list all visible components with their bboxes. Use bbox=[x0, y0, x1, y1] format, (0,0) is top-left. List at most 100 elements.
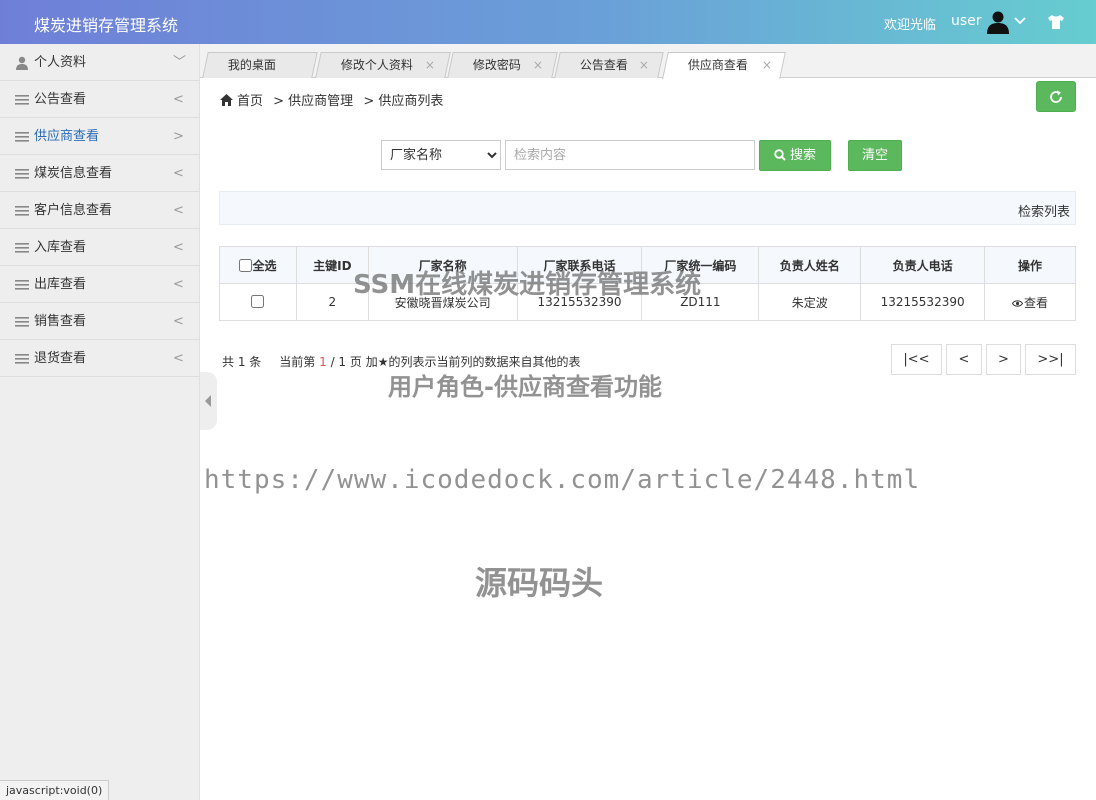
sidebar-item-profile[interactable]: 个人资料 ﹀ bbox=[0, 44, 199, 81]
column-header[interactable]: 负责人电话 bbox=[860, 246, 986, 284]
pager-prev-button[interactable]: < bbox=[946, 344, 982, 375]
breadcrumb-home[interactable]: 首页 bbox=[237, 94, 263, 109]
search-icon bbox=[774, 149, 786, 161]
row-checkbox[interactable] bbox=[251, 295, 265, 308]
close-icon[interactable]: × bbox=[533, 53, 543, 78]
pager-total: 共 1 条 bbox=[222, 355, 262, 369]
sidebar-item-returns[interactable]: 退货查看 < bbox=[0, 340, 199, 377]
chevron-left-icon: < bbox=[173, 240, 184, 255]
tab-label: 我的桌面 bbox=[227, 58, 276, 72]
sidebar-item-stock-out[interactable]: 出库查看 < bbox=[0, 266, 199, 303]
eye-icon bbox=[1012, 299, 1024, 307]
sidebar-item-sales[interactable]: 销售查看 < bbox=[0, 303, 199, 340]
refresh-button[interactable] bbox=[1036, 81, 1076, 112]
close-icon[interactable]: × bbox=[639, 53, 649, 78]
tab-label: 修改密码 bbox=[472, 58, 521, 72]
chevron-left-icon: < bbox=[173, 351, 184, 366]
tab-label: 供应商查看 bbox=[687, 58, 748, 72]
pager-current-page: 1 bbox=[319, 355, 327, 369]
sidebar-item-label: 入库查看 bbox=[34, 240, 87, 255]
watermark-subtitle: 用户角色-供应商查看功能 bbox=[388, 373, 662, 401]
cell-manager-phone: 13215532390 bbox=[860, 283, 986, 321]
menu-icon bbox=[15, 280, 29, 290]
sidebar-item-label: 供应商查看 bbox=[34, 129, 100, 144]
menu-icon bbox=[15, 95, 29, 105]
sidebar-item-label: 退货查看 bbox=[34, 351, 87, 366]
view-link-label: 查看 bbox=[1024, 295, 1049, 310]
pager-next-button[interactable]: > bbox=[986, 344, 1021, 375]
table-row: 2 安徽晓晋煤炭公司 13215532390 ZD111 朱定波 1321553… bbox=[219, 283, 1076, 321]
search-button-label: 搜索 bbox=[789, 148, 816, 163]
tab-edit-profile[interactable]: 修改个人资料 × bbox=[315, 52, 451, 78]
sidebar-collapse-handle[interactable] bbox=[200, 372, 217, 430]
chevron-right-icon: > bbox=[173, 129, 184, 144]
watermark-brand: 源码码头 bbox=[475, 564, 604, 602]
sidebar-item-label: 个人资料 bbox=[34, 55, 87, 70]
browser-status-bar: javascript:void(0) bbox=[0, 780, 110, 800]
pager-note: 加★的列表示当前列的数据来自其他的表 bbox=[365, 355, 581, 369]
cell-id: 2 bbox=[295, 283, 369, 321]
cell-name: 安徽晓晋煤炭公司 bbox=[367, 283, 518, 321]
row-select-cell bbox=[219, 283, 297, 321]
select-all-checkbox[interactable] bbox=[239, 258, 253, 272]
search-input[interactable] bbox=[505, 140, 755, 170]
caret-left-icon bbox=[205, 395, 211, 407]
sidebar-item-label: 销售查看 bbox=[34, 314, 87, 329]
home-icon bbox=[220, 94, 233, 106]
pager-last-button[interactable]: >>| bbox=[1025, 344, 1076, 375]
search-field-select[interactable]: 厂家名称 bbox=[381, 140, 501, 170]
supplier-table: 全选 主键ID 厂家名称 厂家联系电话 厂家统一编码 负责人姓名 负责人电话 操… bbox=[219, 246, 1076, 321]
panel-title: 检索列表 bbox=[1017, 205, 1070, 220]
menu-icon bbox=[15, 354, 29, 364]
sidebar-item-notice[interactable]: 公告查看 < bbox=[0, 81, 199, 118]
tab-desktop[interactable]: 我的桌面 bbox=[202, 52, 318, 78]
tab-change-password[interactable]: 修改密码 × bbox=[447, 52, 558, 78]
sidebar-item-coal[interactable]: 煤炭信息查看 < bbox=[0, 155, 199, 192]
cell-phone: 13215532390 bbox=[516, 283, 643, 321]
username[interactable]: user bbox=[951, 13, 982, 29]
pager-current-suffix: / 1 页 bbox=[330, 355, 362, 369]
sidebar-item-label: 公告查看 bbox=[34, 92, 87, 107]
breadcrumb: 首页 > 供应商管理 > 供应商列表 bbox=[220, 90, 449, 109]
sidebar-item-stock-in[interactable]: 入库查看 < bbox=[0, 229, 199, 266]
welcome-text: 欢迎光临 bbox=[884, 18, 937, 33]
chevron-left-icon: < bbox=[173, 277, 184, 292]
menu-icon bbox=[15, 206, 29, 216]
column-header[interactable]: 主键ID bbox=[295, 246, 369, 284]
view-link[interactable]: 查看 bbox=[984, 283, 1076, 321]
clear-button[interactable]: 清空 bbox=[848, 140, 902, 171]
close-icon[interactable]: × bbox=[425, 53, 435, 78]
chevron-down-icon: ﹀ bbox=[173, 55, 187, 70]
column-header[interactable]: 负责人姓名 bbox=[758, 246, 862, 284]
cell-code: ZD111 bbox=[641, 283, 760, 321]
tab-label: 公告查看 bbox=[579, 58, 628, 72]
user-icon bbox=[16, 56, 28, 70]
cell-manager: 朱定波 bbox=[758, 283, 862, 321]
menu-icon bbox=[15, 317, 29, 327]
menu-icon bbox=[15, 243, 29, 253]
chevron-left-icon: < bbox=[173, 314, 184, 329]
column-header: 操作 bbox=[984, 246, 1076, 284]
tab-label: 修改个人资料 bbox=[340, 58, 413, 72]
chevron-left-icon: < bbox=[173, 166, 184, 181]
tab-notice[interactable]: 公告查看 × bbox=[554, 52, 664, 78]
pager-info: 共 1 条 当前第 1 / 1 页 加★的列表示当前列的数据来自其他的表 bbox=[222, 353, 580, 370]
tab-bar: 我的桌面 修改个人资料 × 修改密码 × 公告查看 × 供应商查看 × bbox=[200, 44, 1096, 79]
chevron-down-icon[interactable] bbox=[1014, 15, 1026, 27]
column-header[interactable]: 厂家统一编码 bbox=[641, 246, 760, 284]
pager-first-button[interactable]: |<< bbox=[891, 344, 942, 375]
breadcrumb-level1[interactable]: > 供应商管理 bbox=[273, 94, 353, 109]
sidebar-item-supplier[interactable]: 供应商查看 > bbox=[0, 118, 199, 155]
close-icon[interactable]: × bbox=[762, 53, 772, 78]
sidebar-item-label: 煤炭信息查看 bbox=[34, 166, 113, 181]
search-button[interactable]: 搜索 bbox=[759, 140, 831, 171]
theme-shirt-icon[interactable] bbox=[1047, 13, 1065, 31]
sidebar-item-customer[interactable]: 客户信息查看 < bbox=[0, 192, 199, 229]
user-avatar-icon[interactable] bbox=[986, 10, 1010, 34]
sidebar-item-label: 出库查看 bbox=[34, 277, 87, 292]
menu-icon bbox=[15, 169, 29, 179]
column-header[interactable]: 厂家名称 bbox=[367, 246, 518, 284]
column-header[interactable]: 厂家联系电话 bbox=[516, 246, 643, 284]
tab-supplier[interactable]: 供应商查看 × bbox=[662, 52, 786, 79]
select-all-header[interactable]: 全选 bbox=[219, 246, 297, 284]
